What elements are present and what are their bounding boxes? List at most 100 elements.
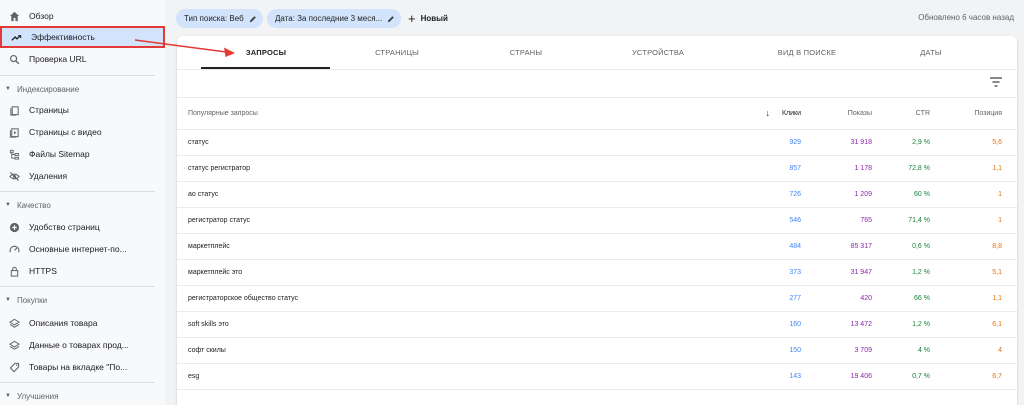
clicks-cell: 143 [789, 373, 801, 380]
sidebar-item-label: Страницы с видео [29, 127, 102, 137]
sitemap-icon [7, 147, 21, 161]
table-row[interactable]: esg 143 19 406 0,7 % 6,7 [177, 363, 1017, 389]
divider [177, 69, 1017, 70]
sidebar-item-label: Описания товара [29, 318, 98, 328]
layers-icon [7, 338, 21, 352]
sidebar: Обзор Эффективность Проверка URL ▼ Индек… [0, 0, 165, 405]
ctr-cell: 1,2 % [912, 269, 930, 276]
sidebar-item-label: Файлы Sitemap [29, 149, 90, 159]
header-clicks[interactable]: Клики [782, 110, 801, 117]
table-row[interactable]: soft skills это 160 13 472 1,2 % 6,1 [177, 311, 1017, 337]
tab-devices[interactable]: УСТРОЙСТВА [593, 48, 723, 57]
plus-icon: + [408, 11, 416, 26]
sidebar-item-url-inspection[interactable]: Проверка URL [0, 48, 165, 70]
impressions-cell: 31 947 [850, 269, 872, 276]
position-cell: 1,1 [992, 295, 1002, 302]
caret-down-icon: ▼ [5, 202, 11, 208]
clicks-cell: 929 [789, 139, 801, 146]
section-label: Покупки [16, 295, 48, 305]
edit-icon [388, 15, 395, 22]
sidebar-item-merchant-listings[interactable]: Данные о товарах прод... [0, 334, 165, 356]
sidebar-item-video-pages[interactable]: Страницы с видео [0, 121, 165, 143]
position-cell: 5,1 [992, 269, 1002, 276]
filter-list-icon[interactable] [989, 76, 1003, 88]
position-cell: 8,8 [992, 243, 1002, 250]
header-position[interactable]: Позиция [974, 110, 1002, 117]
divider [0, 191, 155, 192]
trending-up-icon [9, 30, 23, 44]
search-icon [7, 52, 21, 66]
sidebar-item-overview[interactable]: Обзор [0, 5, 165, 27]
clicks-cell: 726 [789, 191, 801, 198]
date-chip[interactable]: Дата: За последние 3 меся... [267, 9, 402, 28]
table-header: Популярные запросы ↓ Клики Показы CTR По… [177, 98, 1017, 129]
table-row[interactable]: статус 929 31 918 2,9 % 5,6 [177, 129, 1017, 155]
sidebar-item-label: Товары на вкладке "По... [29, 362, 128, 372]
tab-dates[interactable]: ДАТЫ [866, 48, 996, 57]
home-icon [7, 9, 21, 23]
table-row[interactable]: маркетплейс это 373 31 947 1,2 % 5,1 [177, 259, 1017, 285]
section-indexing[interactable]: ▼ Индексирование [0, 80, 165, 98]
sidebar-item-removals[interactable]: Удаления [0, 165, 165, 187]
section-label: Качество [16, 200, 51, 210]
section-experience[interactable]: ▼ Качество [0, 196, 165, 214]
position-cell: 6,1 [992, 321, 1002, 328]
header-query[interactable]: Популярные запросы [188, 110, 258, 117]
visibility-off-icon [7, 169, 21, 183]
tab-bar: ЗАПРОСЫ СТРАНИЦЫ СТРАНЫ УСТРОЙСТВА ВИД В… [177, 36, 1017, 69]
position-cell: 1,1 [992, 165, 1002, 172]
speed-icon [7, 242, 21, 256]
header-impressions[interactable]: Показы [848, 110, 872, 117]
divider [0, 75, 155, 76]
impressions-cell: 13 472 [850, 321, 872, 328]
ctr-cell: 0,6 % [912, 243, 930, 250]
new-filter-button[interactable]: + Новый [408, 9, 448, 28]
tab-queries[interactable]: ЗАПРОСЫ [201, 48, 331, 57]
arrow-down-icon: ↓ [765, 108, 771, 118]
impressions-cell: 19 406 [850, 373, 872, 380]
query-cell: soft skills это [188, 321, 229, 328]
sidebar-item-core-web-vitals[interactable]: Основные интернет-по... [0, 238, 165, 260]
search-type-chip[interactable]: Тип поиска: Веб [176, 9, 263, 28]
query-cell: регистратор статус [188, 217, 251, 224]
impressions-cell: 765 [860, 217, 872, 224]
table-row[interactable]: регистраторское общество статус 277 420 … [177, 285, 1017, 311]
table-row[interactable]: ао статус 726 1 209 60 % 1 [177, 181, 1017, 207]
table-row[interactable]: маркетплейс 484 85 317 0,6 % 8,8 [177, 233, 1017, 259]
section-enhancements[interactable]: ▼ Улучшения [0, 387, 165, 405]
sidebar-item-label: Страницы [29, 105, 69, 115]
header-ctr[interactable]: CTR [916, 110, 930, 117]
table-row[interactable]: софт скилы 150 3 709 4 % 4 [177, 337, 1017, 363]
tab-countries[interactable]: СТРАНЫ [461, 48, 591, 57]
tab-search-appearance[interactable]: ВИД В ПОИСКЕ [742, 48, 872, 57]
sidebar-item-label: Обзор [29, 11, 54, 21]
edit-icon [249, 15, 256, 22]
file-copy-icon [7, 103, 21, 117]
chip-label: Тип поиска: Веб [184, 14, 244, 23]
table-row[interactable]: статус регистратор 857 1 178 72,8 % 1,1 [177, 155, 1017, 181]
sidebar-item-product-snippets[interactable]: Описания товара [0, 312, 165, 334]
divider [0, 286, 155, 287]
sidebar-item-sitemaps[interactable]: Файлы Sitemap [0, 143, 165, 165]
new-button-label: Новый [420, 14, 448, 23]
ctr-cell: 4 % [917, 347, 930, 354]
caret-down-icon: ▼ [5, 86, 11, 92]
sidebar-item-pages[interactable]: Страницы [0, 99, 165, 121]
section-label: Индексирование [16, 84, 80, 94]
impressions-cell: 85 317 [850, 243, 872, 250]
sidebar-item-shopping-tab[interactable]: Товары на вкладке "По... [0, 356, 165, 378]
chip-label: Дата: За последние 3 меся... [275, 14, 383, 23]
tab-pages[interactable]: СТРАНИЦЫ [332, 48, 462, 57]
sidebar-item-label: Удаления [29, 171, 68, 181]
caret-down-icon: ▼ [5, 393, 11, 399]
ctr-cell: 2,9 % [912, 139, 930, 146]
table-row[interactable]: регистратор статус 546 765 71,4 % 1 [177, 207, 1017, 233]
clicks-cell: 857 [789, 165, 801, 172]
sidebar-item-page-experience[interactable]: Удобство страниц [0, 216, 165, 238]
sidebar-item-performance[interactable]: Эффективность [0, 26, 165, 48]
position-cell: 5,6 [992, 139, 1002, 146]
section-shopping[interactable]: ▼ Покупки [0, 291, 165, 309]
sidebar-item-label: Удобство страниц [29, 222, 100, 232]
caret-down-icon: ▼ [5, 297, 11, 303]
sidebar-item-https[interactable]: HTTPS [0, 260, 165, 282]
